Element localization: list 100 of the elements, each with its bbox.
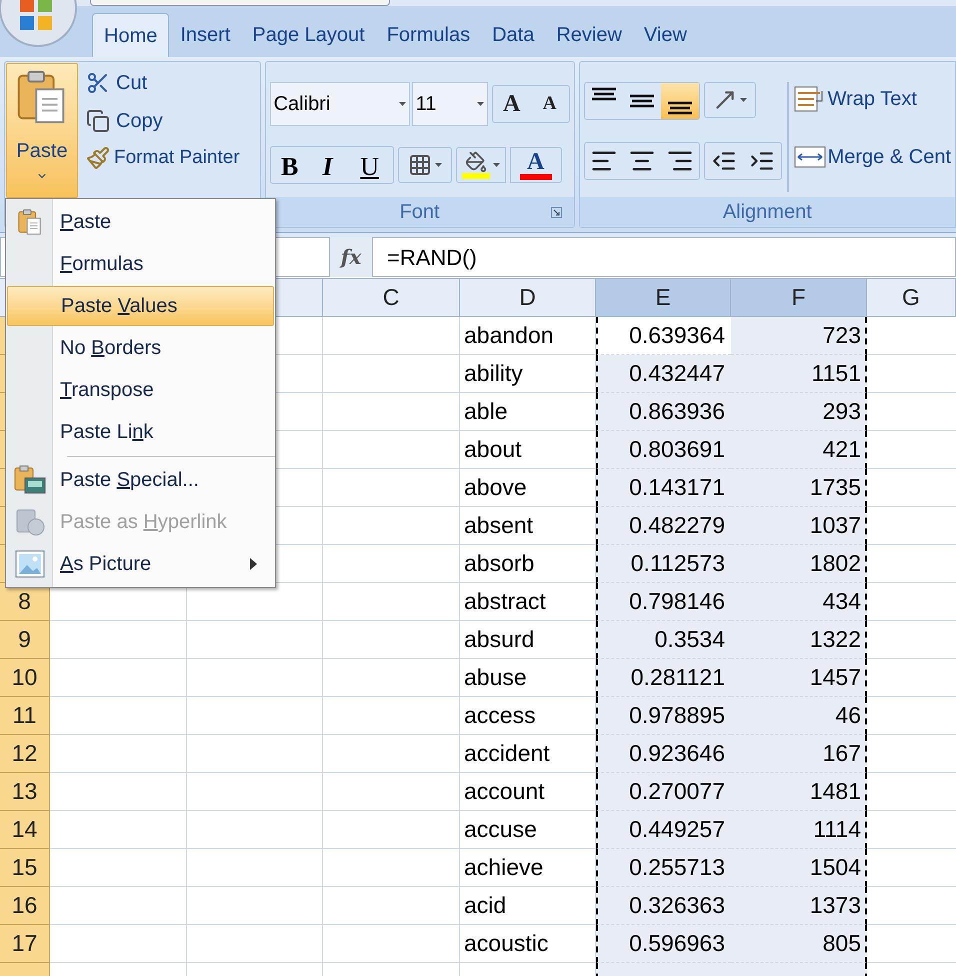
menu-item[interactable]: Formulas [7,244,274,284]
copy-icon [86,109,110,133]
italic-button[interactable]: I [308,147,347,183]
table-cell: 1151 [731,355,867,393]
merge-cells-icon [794,144,826,170]
menu-item[interactable]: Paste Link [7,412,274,452]
table-cell: 1114 [731,811,867,849]
row-header[interactable]: 13 [0,773,50,811]
column-header[interactable]: G [867,279,956,317]
table-cell: 0.798146 [596,583,731,621]
formula-field[interactable]: =RAND() [372,237,956,277]
lines-icon [666,101,694,115]
cut-button[interactable]: Cut [86,68,240,98]
borders-button[interactable] [398,147,452,183]
row-header[interactable]: 9 [0,621,50,659]
menu-item[interactable]: Paste Values [7,286,274,326]
row-header[interactable]: 11 [0,697,50,735]
column-header[interactable]: C [323,279,460,317]
table-cell: 0.978895 [596,697,731,735]
caret-icon [398,102,406,106]
row-header[interactable]: 10 [0,659,50,697]
lines-icon [590,87,618,101]
ribbon-tab[interactable]: View [632,13,698,57]
table-cell: 421 [731,431,867,469]
table-cell: 1481 [731,773,867,811]
caret-icon [492,163,500,167]
table-cell: 0.432447 [596,355,731,393]
picture-icon [14,550,44,578]
borders-icon [408,153,432,177]
ribbon-tab[interactable]: Insert [169,13,242,57]
menu-item[interactable]: As Picture [7,544,274,584]
clipboard-icon [16,208,44,236]
row-header[interactable]: 16 [0,887,50,925]
clipboard-with-screen-icon [12,465,46,495]
table-cell: 805 [731,925,867,963]
caret-icon [476,102,484,106]
color-bar-icon [462,173,490,179]
orientation-button[interactable] [704,82,756,118]
table-cell: 0.143171 [596,469,731,507]
table-cell: 0.270077 [596,773,731,811]
table-cell: 46 [731,697,867,735]
bold-button[interactable]: B [270,147,309,183]
clipboard-with-globe-icon [14,507,46,537]
table-cell: 1457 [731,659,867,697]
menu-item[interactable]: Paste [7,202,274,242]
table-cell: 0.482279 [596,507,731,545]
table-cell: 0.281121 [596,659,731,697]
ribbon-tab[interactable]: Page Layout [241,13,376,57]
scissors-icon [86,71,110,95]
copy-button[interactable]: Copy [86,106,240,136]
table-cell: 1322 [731,621,867,659]
vertical-align-button[interactable] [660,83,699,119]
group-label: Alignment [722,200,812,225]
table-cell: 723 [731,317,867,355]
font-name-field[interactable]: Calibri [270,82,410,126]
table-cell: 0.596963 [596,925,731,963]
row-header[interactable]: 14 [0,811,50,849]
table-cell: 434 [731,583,867,621]
row-header[interactable]: 17 [0,925,50,963]
ribbon-tab[interactable]: Data [481,13,546,57]
paste-button[interactable]: Paste [6,63,78,198]
menu-item[interactable]: Transpose [7,370,274,410]
dialog-launcher-icon[interactable] [550,206,562,218]
paintbrush-icon [86,146,110,170]
caret-icon [434,163,442,167]
column-header[interactable]: D [460,279,596,317]
shrink-font-button[interactable]: A [530,86,569,122]
ribbon-tab[interactable]: Formulas [376,13,482,57]
table-cell: 0.803691 [596,431,731,469]
column-header[interactable]: E [596,279,731,317]
row-header[interactable]: 15 [0,849,50,887]
table-cell: 1802 [731,545,867,583]
table-cell: 1504 [731,849,867,887]
table-cell: 0.923646 [596,735,731,773]
grow-font-button[interactable]: A [492,86,531,122]
paint-bucket-icon [464,151,487,173]
color-bar-icon [520,174,552,180]
font-color-button[interactable]: A [510,147,562,183]
merge-center-button[interactable]: Merge & Cent [794,142,951,172]
column-header[interactable]: F [731,279,867,317]
menu-item[interactable]: No Borders [7,328,274,368]
menu-item[interactable]: Paste Special... [7,460,274,500]
ribbon-tab[interactable]: Review [545,13,633,57]
table-cell: 0.112573 [596,545,731,583]
table-cell: 0.639364 [596,317,731,355]
caret-icon [740,98,748,102]
format-painter-button[interactable]: Format Painter [86,144,240,172]
table-cell: 0.863936 [596,393,731,431]
table-cell: 0.449257 [596,811,731,849]
table-cell: 1735 [731,469,867,507]
font-size-field[interactable]: 11 [412,82,488,126]
ribbon-tab[interactable]: Home [92,13,170,57]
underline-button[interactable]: U [346,147,393,183]
lines-icon [628,94,656,108]
fill-color-button[interactable] [456,147,506,183]
table-cell: 0.3534 [596,621,731,659]
group-label: Font [400,200,440,225]
wrap-text-button[interactable]: Wrap Text [794,84,951,114]
row-header[interactable]: 12 [0,735,50,773]
submenu-arrow-icon [250,558,257,570]
